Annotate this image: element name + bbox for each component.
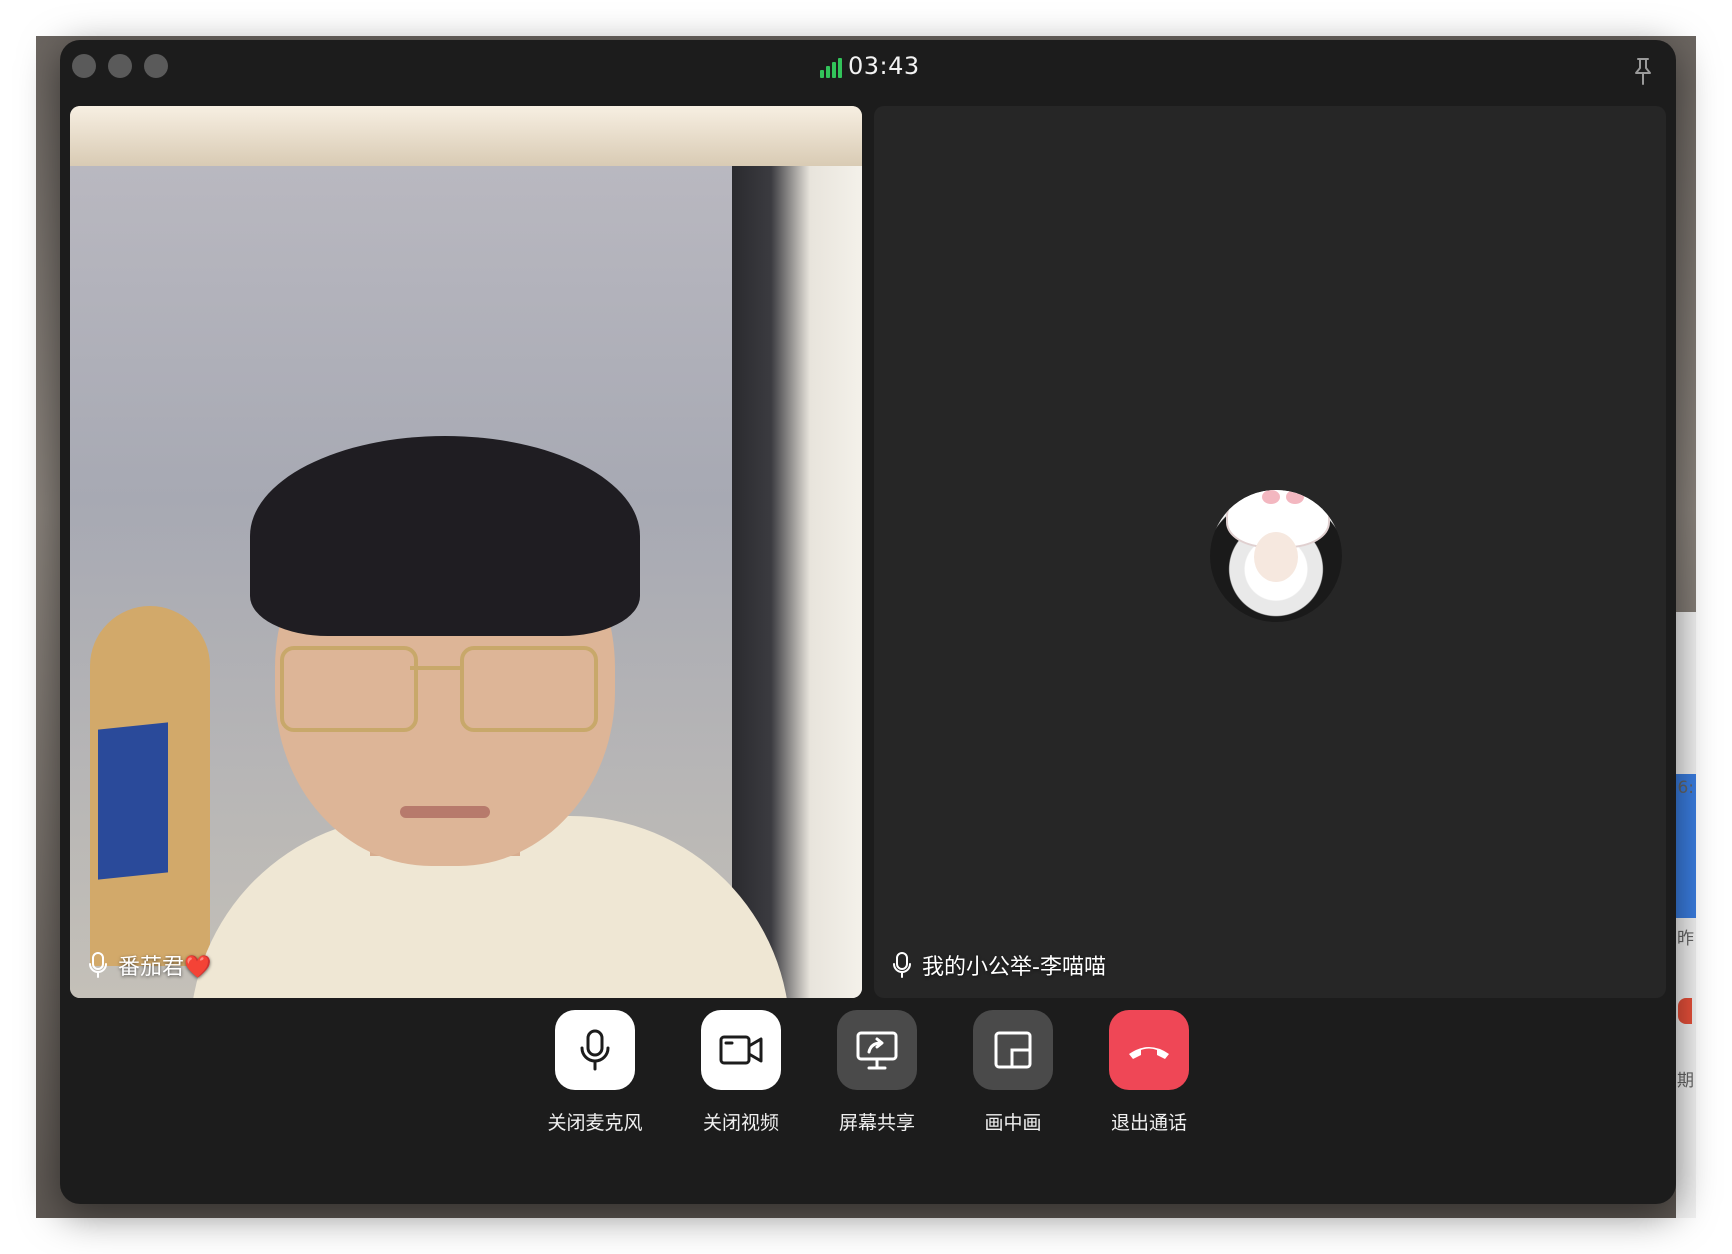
pin-icon[interactable] bbox=[1630, 56, 1656, 86]
mute-mic-button[interactable] bbox=[555, 1010, 635, 1090]
window-minimize-button[interactable] bbox=[108, 54, 132, 78]
camera-feed-doorway bbox=[732, 166, 862, 998]
picture-in-picture-label: 画中画 bbox=[984, 1112, 1042, 1134]
participant-name: 我的小公举-李喵喵 bbox=[922, 955, 1106, 980]
video-tile-local[interactable]: 番茄君❤️ bbox=[70, 106, 862, 998]
screen-share-button[interactable] bbox=[837, 1010, 917, 1090]
video-tile-remote[interactable]: 我的小公举-李喵喵 bbox=[874, 106, 1666, 998]
camera-feed-bag bbox=[98, 722, 168, 880]
picture-in-picture-control: 画中画 bbox=[958, 1010, 1068, 1135]
stop-video-button[interactable] bbox=[701, 1010, 781, 1090]
participant-label: 我的小公举-李喵喵 bbox=[892, 948, 1106, 982]
video-call-window: 03:43 番茄君❤️ 我的小公举-李喵喵 关闭麦克风 关闭视频 屏幕共享 画中… bbox=[60, 40, 1676, 1204]
stop-video-label: 关闭视频 bbox=[702, 1112, 779, 1134]
video-camera-icon bbox=[719, 1035, 763, 1065]
microphone-icon bbox=[893, 952, 911, 978]
camera-feed-glasses-right bbox=[460, 646, 598, 732]
avatar-ear bbox=[1262, 490, 1280, 504]
hang-up-button[interactable] bbox=[1109, 1010, 1189, 1090]
participant-label: 番茄君❤️ bbox=[88, 948, 211, 982]
background-app-text: 昨 bbox=[1677, 929, 1694, 949]
signal-strength-icon bbox=[820, 58, 842, 78]
call-controls: 关闭麦克风 关闭视频 屏幕共享 画中画 退出通话 bbox=[60, 1010, 1676, 1190]
camera-feed-ceiling bbox=[70, 106, 862, 166]
microphone-icon bbox=[89, 952, 107, 978]
camera-feed-glasses-bridge bbox=[410, 666, 460, 670]
participant-name: 番茄君❤️ bbox=[118, 955, 212, 980]
mute-mic-label: 关闭麦克风 bbox=[547, 1112, 643, 1134]
camera-feed-person-hair bbox=[250, 436, 640, 636]
hang-up-control: 退出通话 bbox=[1094, 1010, 1204, 1135]
background-app-text: 6: bbox=[1677, 778, 1694, 798]
screen-share-control: 屏幕共享 bbox=[822, 1010, 932, 1135]
background-app-text: 期 bbox=[1677, 1071, 1694, 1091]
hang-up-icon bbox=[1129, 1047, 1169, 1059]
camera-feed-glasses-left bbox=[280, 646, 418, 732]
camera-feed-mouth bbox=[400, 806, 490, 818]
picture-in-picture-button[interactable] bbox=[973, 1010, 1053, 1090]
call-duration: 03:43 bbox=[848, 52, 920, 80]
stop-video-control: 关闭视频 bbox=[686, 1010, 796, 1135]
title-bar: 03:43 bbox=[60, 40, 1676, 96]
mute-mic-control: 关闭麦克风 bbox=[540, 1010, 650, 1135]
participant-avatar bbox=[1210, 490, 1342, 622]
screen-share-label: 屏幕共享 bbox=[838, 1112, 915, 1134]
microphone-icon bbox=[580, 1029, 610, 1071]
background-app-badge bbox=[1678, 998, 1692, 1024]
screen-share-icon bbox=[856, 1031, 898, 1070]
hang-up-label: 退出通话 bbox=[1110, 1112, 1187, 1134]
window-close-button[interactable] bbox=[72, 54, 96, 78]
window-zoom-button[interactable] bbox=[144, 54, 168, 78]
avatar-ear bbox=[1286, 490, 1304, 504]
picture-in-picture-icon bbox=[994, 1031, 1032, 1069]
avatar-face bbox=[1254, 532, 1298, 582]
